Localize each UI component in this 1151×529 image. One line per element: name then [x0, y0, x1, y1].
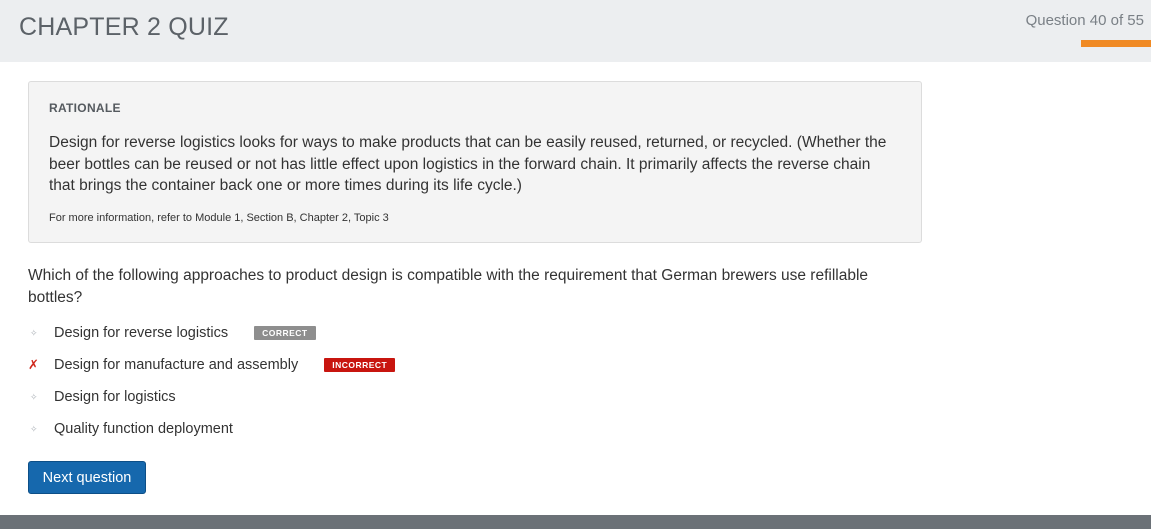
diamond-icon: ✧	[30, 423, 38, 434]
rationale-reference: For more information, refer to Module 1,…	[49, 212, 389, 224]
incorrect-badge: INCORRECT	[324, 358, 396, 372]
option-label: Design for logistics	[54, 389, 176, 405]
option-label: Quality function deployment	[54, 421, 233, 437]
answer-option-manufacture-assembly[interactable]: ✗ Design for manufacture and assembly IN…	[28, 354, 396, 376]
diamond-icon: ✧	[30, 327, 38, 338]
page-title: CHAPTER 2 QUIZ	[19, 13, 229, 41]
progress-bar	[1081, 40, 1151, 47]
correct-badge: CORRECT	[254, 326, 316, 340]
x-mark-icon: ✗	[28, 357, 39, 372]
diamond-icon: ✧	[30, 391, 38, 402]
rationale-heading: RATIONALE	[49, 101, 121, 115]
answer-option-reverse-logistics[interactable]: ✧ Design for reverse logistics CORRECT	[28, 322, 316, 344]
rationale-panel: RATIONALE Design for reverse logistics l…	[28, 81, 922, 243]
progress-fill	[1081, 40, 1151, 47]
footer-bar	[0, 515, 1151, 529]
quiz-header: CHAPTER 2 QUIZ Question 40 of 55	[0, 0, 1151, 62]
quiz-page: CHAPTER 2 QUIZ Question 40 of 55 RATIONA…	[0, 0, 1151, 529]
answer-option-quality-function[interactable]: ✧ Quality function deployment	[28, 418, 233, 440]
option-label: Design for manufacture and assembly	[54, 357, 299, 373]
option-label: Design for reverse logistics	[54, 325, 229, 341]
rationale-text: Design for reverse logistics looks for w…	[49, 134, 887, 194]
next-question-button[interactable]: Next question	[28, 461, 146, 494]
question-text: Which of the following approaches to pro…	[28, 267, 869, 306]
question-counter: Question 40 of 55	[1025, 12, 1144, 29]
answer-option-logistics[interactable]: ✧ Design for logistics	[28, 386, 176, 408]
